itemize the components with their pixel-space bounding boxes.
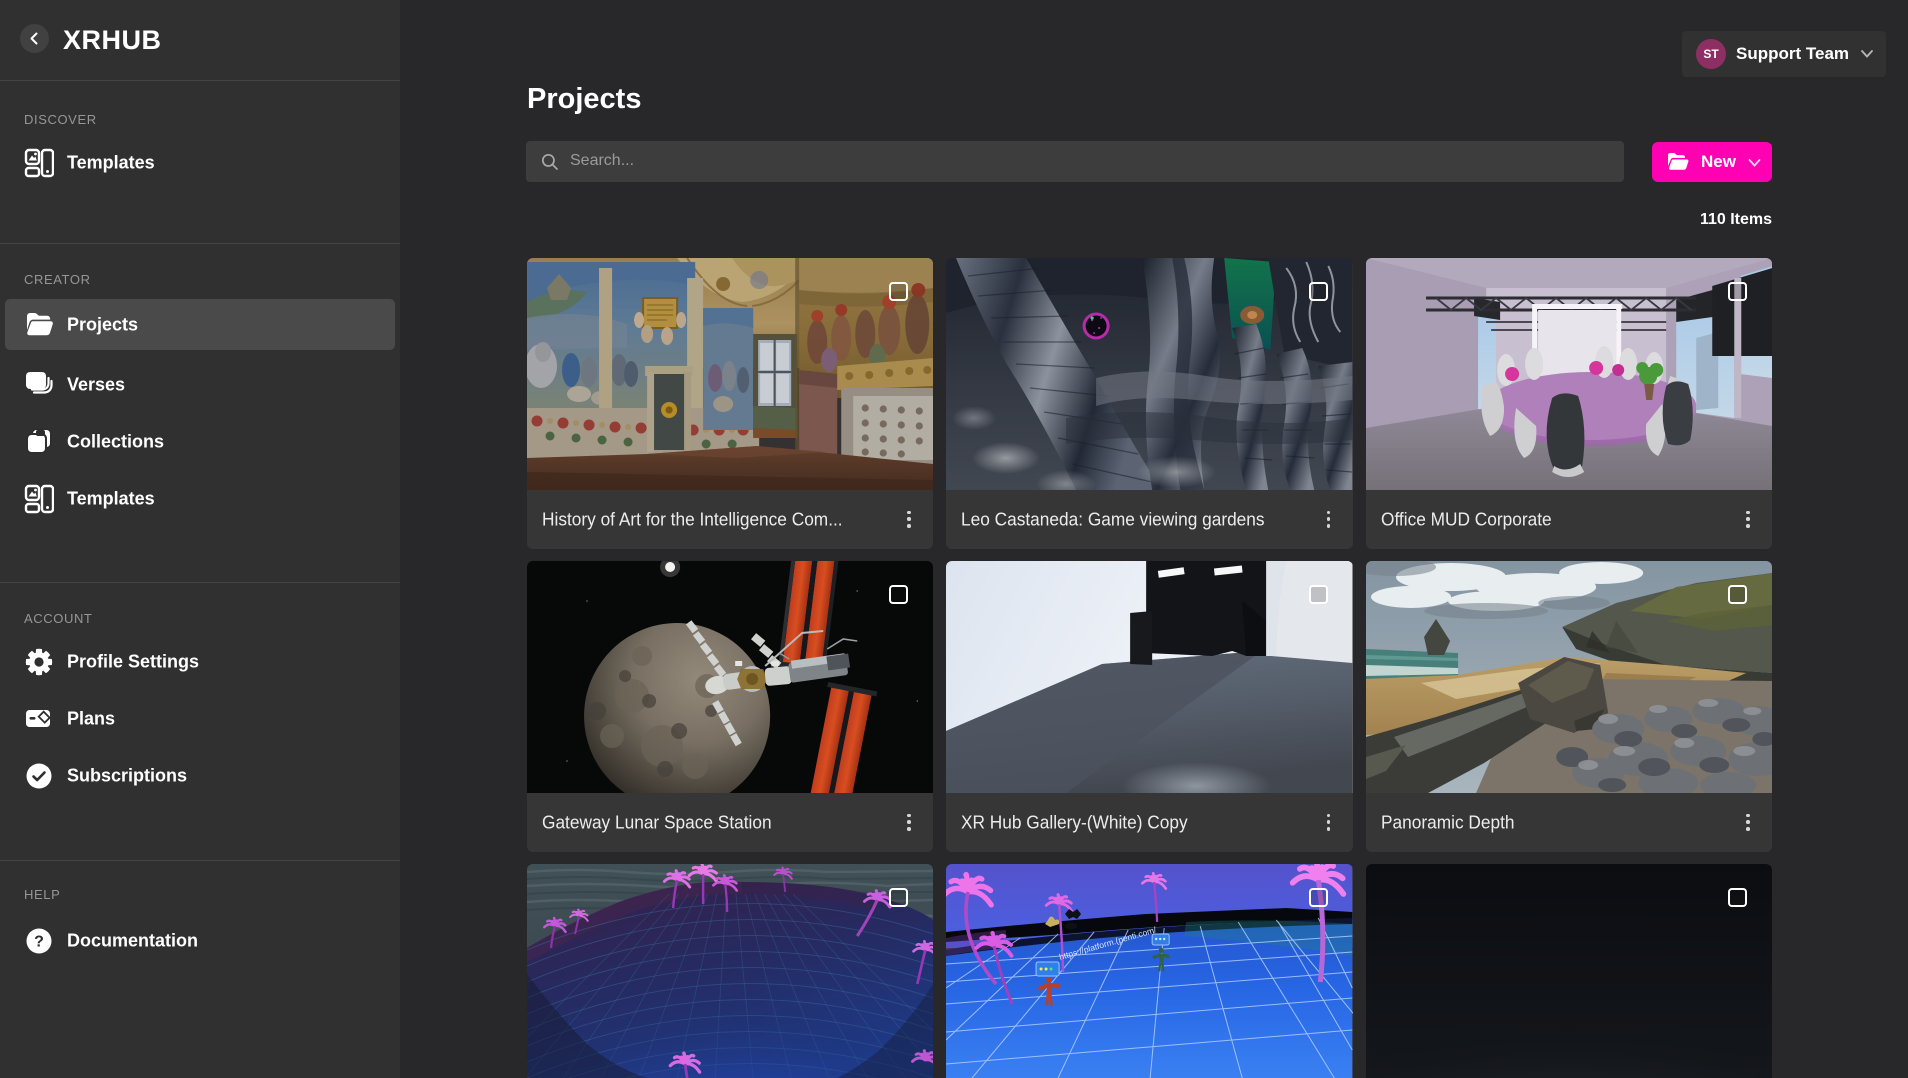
svg-text:?: ? bbox=[34, 934, 44, 951]
